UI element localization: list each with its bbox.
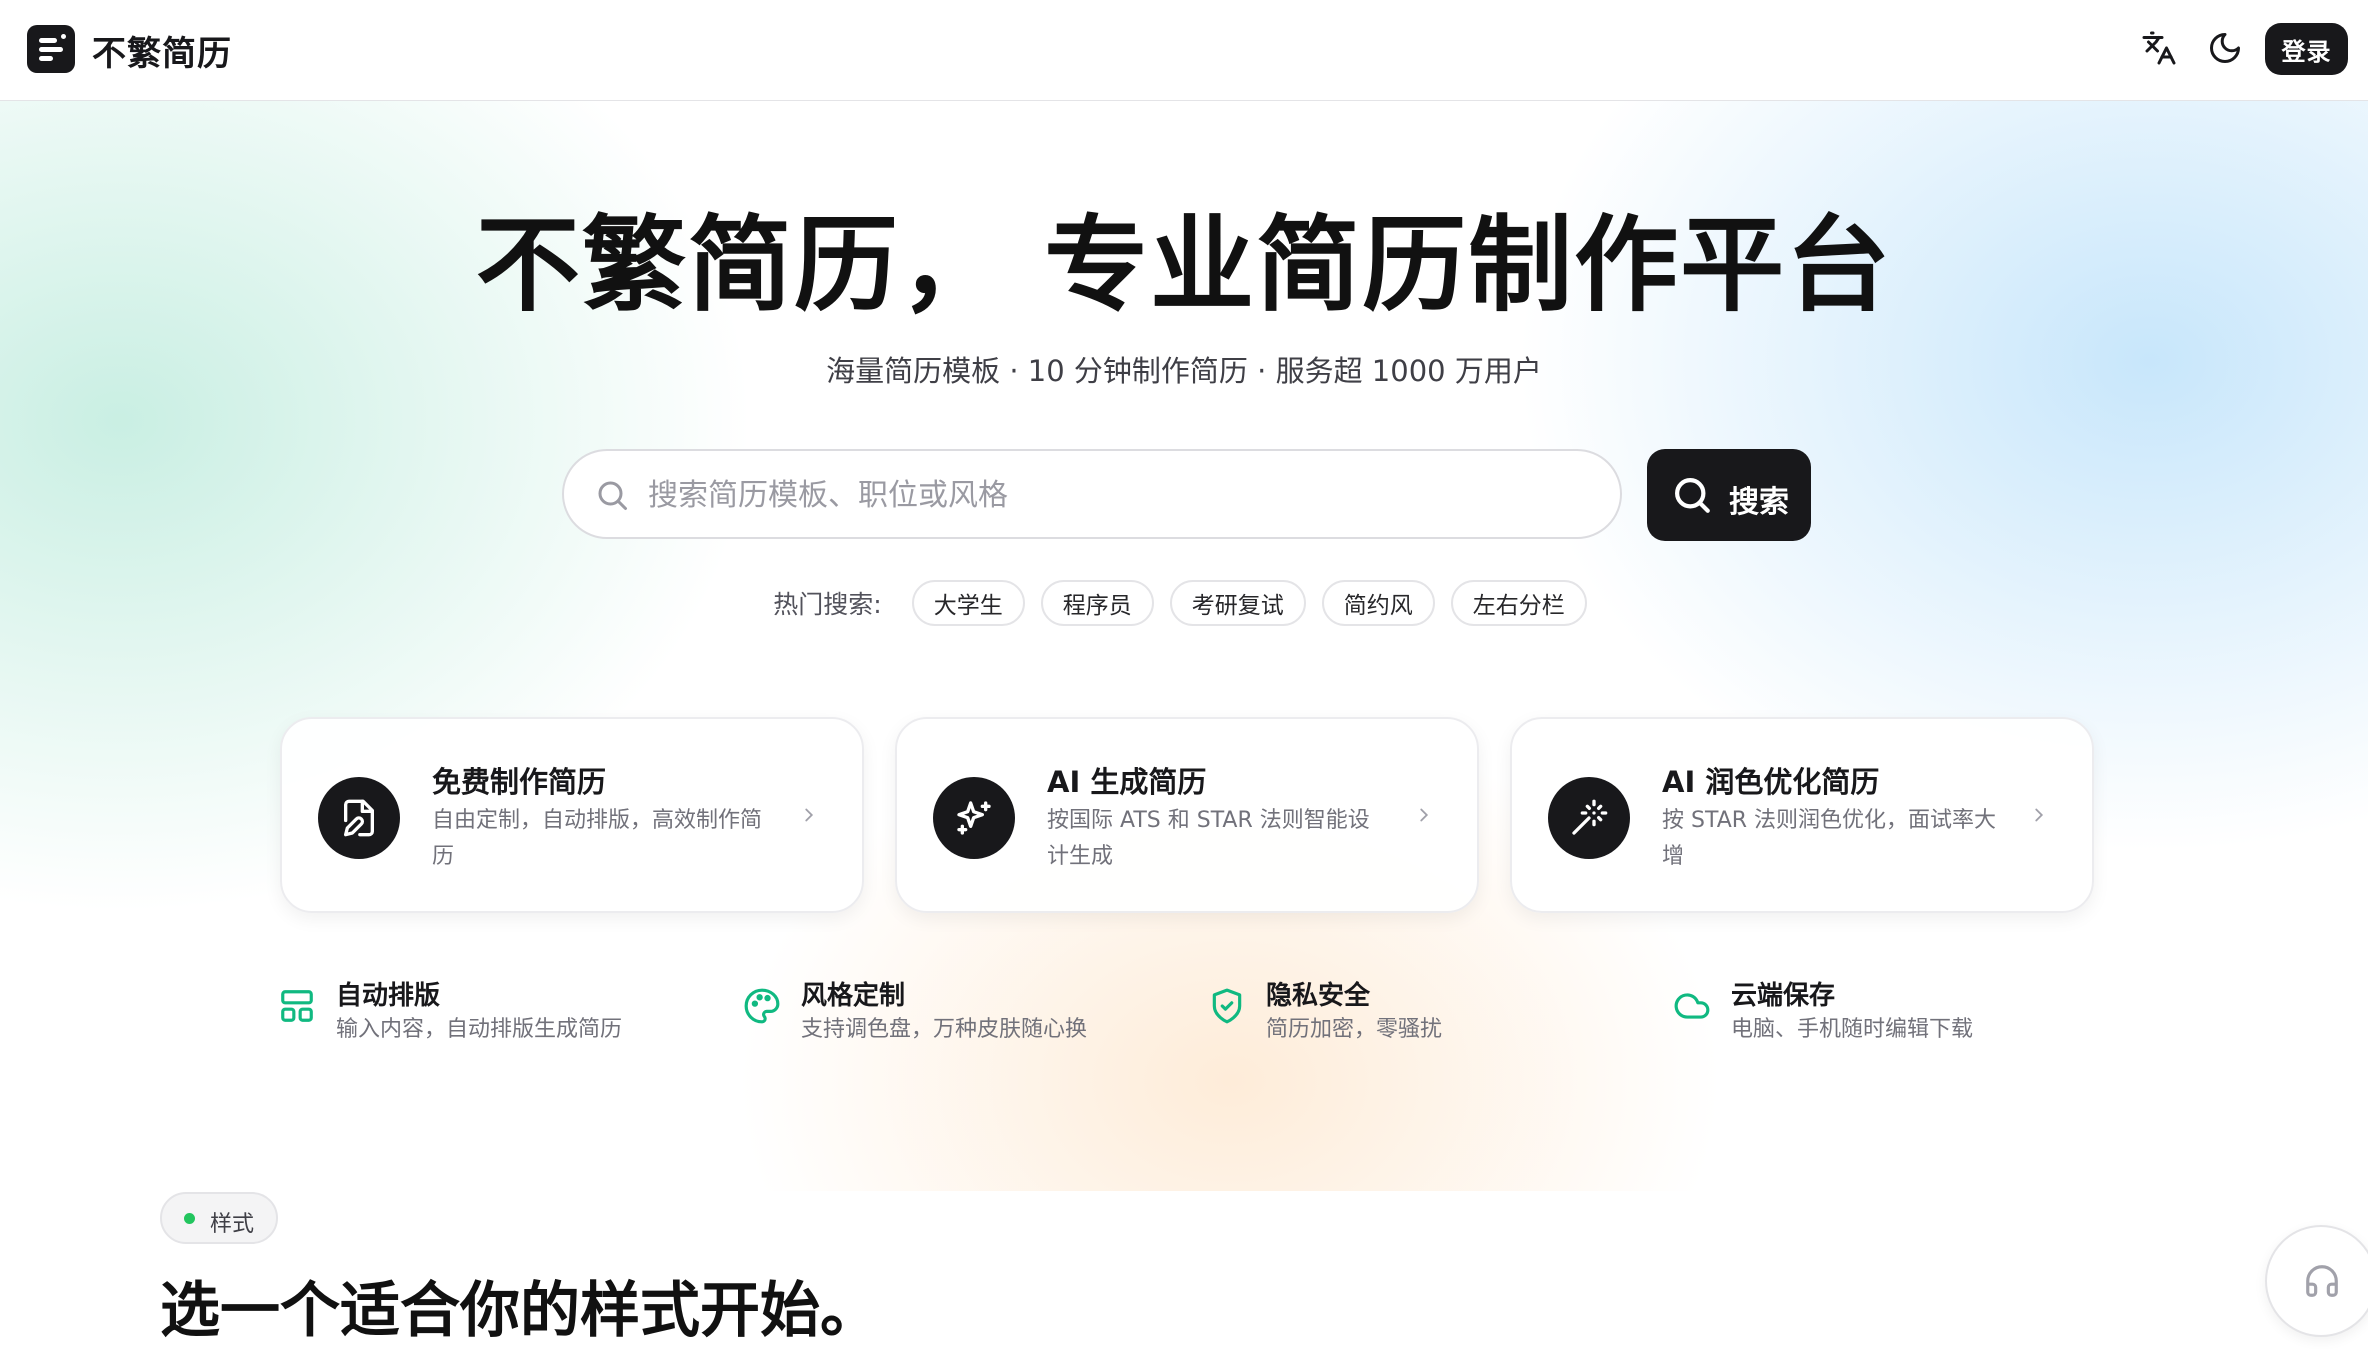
section-title: 选一个适合你的样式开始。 bbox=[160, 1276, 880, 1346]
headset-icon bbox=[2306, 1265, 2338, 1297]
section-badge: 样式 bbox=[160, 1192, 278, 1244]
login-button[interactable]: 登录 bbox=[2265, 23, 2348, 75]
hot-searches-label: 热门搜索: bbox=[773, 590, 882, 619]
hot-tag[interactable]: 程序员 bbox=[1040, 580, 1154, 626]
hot-tag[interactable]: 左右分栏 bbox=[1450, 580, 1587, 626]
top-nav: 不繁简历 登录 bbox=[0, 0, 2368, 101]
feature-style-custom: 风格定制 支持调色盘，万种皮肤随心换 bbox=[743, 975, 1143, 1042]
feature-description: 简历加密，零骚扰 bbox=[1266, 1017, 1443, 1042]
feature-description: 支持调色盘，万种皮肤随心换 bbox=[801, 1017, 1088, 1042]
palette-icon bbox=[744, 988, 780, 1024]
feature-title: 隐私安全 bbox=[1266, 981, 1371, 1011]
page-subtitle: 海量简历模板 · 10 分钟制作简历 · 服务超 1000 万用户 bbox=[826, 354, 1542, 388]
search-icon bbox=[598, 481, 627, 510]
feature-cloud-save: 云端保存 电脑、手机随时编辑下载 bbox=[1673, 975, 2073, 1042]
chevron-right-icon bbox=[1420, 808, 1429, 822]
shield-check-icon bbox=[1212, 988, 1242, 1024]
card-title: AI 润色优化简历 bbox=[1662, 765, 1880, 799]
page-title: 不繁简历， 专业简历制作平台 bbox=[475, 203, 1893, 326]
card-ai-polish[interactable]: AI 润色优化简历 按 STAR 法则润色优化，面试率大增 bbox=[1510, 717, 2094, 913]
card-ai-generate[interactable]: AI 生成简历 按国际 ATS 和 STAR 法则智能设计生成 bbox=[895, 717, 1479, 913]
section-badge-label: 样式 bbox=[210, 1212, 255, 1237]
customer-support-button[interactable] bbox=[2265, 1225, 2368, 1337]
card-description: 按 STAR 法则润色优化，面试率大增 bbox=[1662, 808, 1997, 869]
search-button-label: 搜索 bbox=[1729, 485, 1789, 520]
card-title: AI 生成简历 bbox=[1047, 765, 1207, 799]
hot-searches: 热门搜索: 大学生 程序员 考研复试 简约风 左右分栏 bbox=[0, 578, 2368, 628]
hot-tag[interactable]: 大学生 bbox=[911, 580, 1025, 626]
feature-privacy: 隐私安全 简历加密，零骚扰 bbox=[1208, 975, 1608, 1042]
search-box[interactable] bbox=[562, 449, 1622, 539]
hot-tag[interactable]: 简约风 bbox=[1321, 580, 1435, 626]
card-title: 免费制作简历 bbox=[432, 765, 607, 799]
brand-name[interactable]: 不繁简历 bbox=[92, 26, 232, 75]
chevron-right-icon bbox=[2035, 808, 2044, 822]
card-free-resume[interactable]: 免费制作简历 自由定制，自动排版，高效制作简历 bbox=[280, 717, 864, 913]
magic-wand-icon bbox=[1548, 777, 1630, 859]
sparkles-icon bbox=[933, 777, 1015, 859]
feature-auto-layout: 自动排版 输入内容，自动排版生成简历 bbox=[278, 975, 678, 1042]
hot-tag[interactable]: 考研复试 bbox=[1169, 580, 1306, 626]
language-icon[interactable] bbox=[2141, 30, 2177, 66]
feature-title: 风格定制 bbox=[801, 981, 906, 1011]
search-input[interactable] bbox=[646, 467, 1600, 523]
chevron-right-icon bbox=[805, 808, 814, 822]
feature-title: 云端保存 bbox=[1731, 981, 1836, 1011]
feature-description: 输入内容，自动排版生成简历 bbox=[336, 1017, 623, 1042]
status-dot bbox=[184, 1213, 195, 1224]
layout-icon bbox=[281, 990, 313, 1022]
feature-title: 自动排版 bbox=[336, 981, 441, 1011]
file-edit-icon bbox=[318, 777, 400, 859]
cloud-icon bbox=[1674, 993, 1710, 1019]
feature-description: 电脑、手机随时编辑下载 bbox=[1731, 1017, 1974, 1042]
search-button[interactable]: 搜索 bbox=[1647, 449, 1811, 541]
search-icon bbox=[1675, 478, 1710, 513]
card-description: 按国际 ATS 和 STAR 法则智能设计生成 bbox=[1047, 808, 1370, 869]
moon-icon[interactable] bbox=[2207, 30, 2243, 66]
logo-icon[interactable] bbox=[27, 25, 75, 73]
card-description: 自由定制，自动排版，高效制作简历 bbox=[432, 808, 763, 869]
